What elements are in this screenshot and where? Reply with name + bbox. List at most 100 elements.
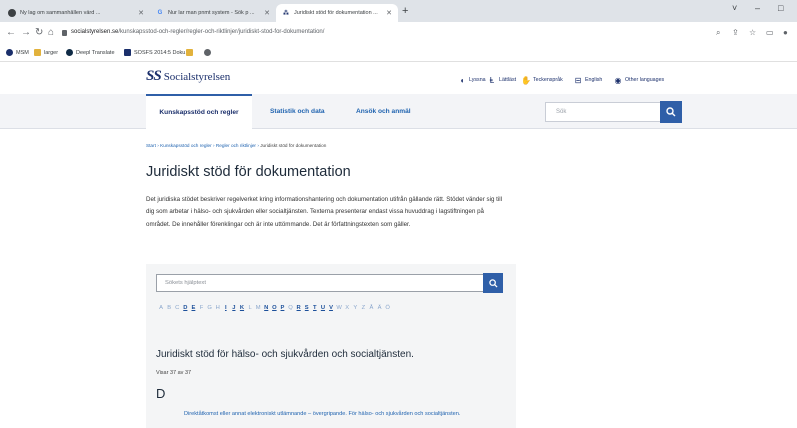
bookmark-icon <box>34 49 41 56</box>
side-panel-icon[interactable]: ▭ <box>766 28 774 37</box>
bookmark-msm[interactable]: MSM <box>6 49 29 56</box>
alphabet-letter[interactable]: S <box>303 305 311 311</box>
bookmark-chrome[interactable] <box>204 49 214 56</box>
search-icon <box>666 107 676 117</box>
utility-sign-language[interactable]: ✋ Teckenspråk <box>521 75 563 85</box>
alphabet-letter[interactable]: D <box>181 305 189 311</box>
site-logo[interactable]: SS Socialstyrelsen <box>146 69 230 84</box>
alphabet-letter: M <box>255 305 261 311</box>
nav-ansok[interactable]: Ansök och anmäl <box>356 94 411 129</box>
bookmark-label: MSM <box>16 49 29 56</box>
alphabet-letter[interactable]: I <box>222 305 230 311</box>
alphabet-letter[interactable]: T <box>311 305 319 311</box>
close-tab-icon[interactable]: ✕ <box>264 9 270 17</box>
alphabet-letter: L <box>248 305 252 311</box>
socialstyrelsen-favicon-icon: ⁂ <box>282 10 290 17</box>
utility-listen[interactable]: ◖ Lyssna <box>458 75 486 85</box>
bookmark-icon <box>66 49 73 56</box>
bookmark-deepl[interactable]: Deepl Translate <box>66 49 115 56</box>
english-icon: ⊟ <box>574 75 582 85</box>
site-search-button[interactable] <box>660 101 682 123</box>
breadcrumb-link-start[interactable]: Start <box>146 143 156 148</box>
url-host: socialstyrelsen.se <box>71 29 119 35</box>
tab-title: Juridiskt stöd för dokumentation ... <box>294 10 378 16</box>
utility-other-languages[interactable]: ◉ Other languages <box>614 75 665 85</box>
utility-label: Teckenspråk <box>533 77 563 83</box>
bookmark-icon <box>124 49 131 56</box>
zoom-icon[interactable]: ⌕ <box>716 28 720 38</box>
nav-label: Kunskapsstöd och regler <box>159 109 239 116</box>
utility-label: Lättläst <box>499 77 517 83</box>
alphabet-letter[interactable]: R <box>295 305 303 311</box>
alphabet-letter[interactable]: U <box>319 305 327 311</box>
bookmark-star-icon[interactable]: ☆ <box>749 28 756 37</box>
profile-icon[interactable]: ● <box>783 28 788 37</box>
alphabet-letter[interactable]: P <box>278 305 286 311</box>
intro-paragraph: Det juridiska stödet beskriver regelverk… <box>146 196 502 228</box>
breadcrumb-current: Juridiskt stöd för dokumentation <box>260 143 327 148</box>
nav-statistik[interactable]: Statistik och data <box>270 94 325 129</box>
home-icon[interactable]: ⌂ <box>48 27 54 39</box>
bookmark-folder[interactable] <box>186 49 196 56</box>
breadcrumb-link-kunskapsstod[interactable]: Kunskapsstöd och regler <box>160 143 212 148</box>
page-title: Juridiskt stöd för dokumentation <box>146 164 351 180</box>
reload-icon[interactable]: ↻ <box>35 27 43 39</box>
alphabet-letter: W <box>336 305 342 311</box>
close-tab-icon[interactable]: ✕ <box>386 9 392 17</box>
site-header: SS Socialstyrelsen ◖ Lyssna Ⱡ Lättläst ✋… <box>0 62 797 94</box>
alphabet-letter: Q <box>288 305 293 311</box>
alphabet-filter: ABCDEFGHIJKLMNOPQRSTUVWXYZÅÄÖ <box>157 305 392 311</box>
alphabet-letter[interactable]: J <box>230 305 238 311</box>
result-count: Visar 37 av 37 <box>156 370 192 376</box>
globe-icon: ◉ <box>614 75 622 85</box>
alphabet-letter: A <box>159 305 163 311</box>
nav-kunskapsstod[interactable]: Kunskapsstöd och regler <box>146 94 252 129</box>
breadcrumb: Start › Kunskapsstöd och regler › Regler… <box>146 143 326 148</box>
alphabet-letter[interactable]: O <box>270 305 278 311</box>
maximize-button[interactable]: □ <box>778 3 783 13</box>
bookmark-larger[interactable]: larger <box>34 49 58 56</box>
alphabet-letter: G <box>207 305 212 311</box>
forward-arrow-icon[interactable]: → <box>21 27 31 39</box>
index-search-button[interactable] <box>483 273 503 293</box>
tab-search-icon[interactable]: ˅ <box>732 3 737 13</box>
bookmark-label: SOSFS 2014:5 Doku... <box>134 49 190 56</box>
close-tab-icon[interactable]: ✕ <box>138 9 144 17</box>
listen-icon: ◖ <box>459 75 465 85</box>
lock-icon[interactable] <box>62 30 67 36</box>
alphabet-letter[interactable]: N <box>262 305 270 311</box>
back-arrow-icon[interactable]: ← <box>6 27 16 39</box>
alphabet-letter: Z <box>361 305 366 311</box>
minimize-button[interactable]: – <box>755 3 760 13</box>
bookmark-sosfs[interactable]: SOSFS 2014:5 Doku... <box>124 49 190 56</box>
utility-english[interactable]: ⊟ English <box>574 75 603 85</box>
index-search-input[interactable]: Sökets hjälptext <box>156 274 484 292</box>
logo-mark-icon: SS <box>146 68 162 84</box>
alphabet-letter[interactable]: K <box>238 305 246 311</box>
logo-text: Socialstyrelsen <box>163 71 231 83</box>
breadcrumb-link-regler[interactable]: Regler och riktlinjer <box>216 143 256 148</box>
browser-tab-bar: Ny lag om sammanhållen värd ... ✕ G Nur … <box>0 0 797 22</box>
search-icon <box>488 278 498 288</box>
tab-1[interactable]: Ny lag om sammanhållen värd ... ✕ <box>2 4 150 22</box>
new-tab-button[interactable]: + <box>402 4 408 18</box>
list-item-link[interactable]: Direktåtkomst eller annat elektroniskt u… <box>184 410 484 419</box>
sign-language-icon: ✋ <box>521 75 531 85</box>
url-field[interactable]: socialstyrelsen.se/kunskapsstod-och-regl… <box>71 29 324 35</box>
site-search-input[interactable]: Sök <box>545 102 661 122</box>
section-title: Juridiskt stöd för hälso- och sjukvården… <box>156 349 414 360</box>
alphabet-letter: B <box>167 305 172 311</box>
alphabet-letter[interactable]: V <box>327 305 335 311</box>
tab-3-active[interactable]: ⁂ Juridiskt stöd för dokumentation ... ✕ <box>276 4 398 22</box>
share-icon[interactable]: ⇪ <box>732 28 739 37</box>
alphabet-letter[interactable]: E <box>189 305 197 311</box>
utility-easy-read[interactable]: Ⱡ Lättläst <box>488 76 517 85</box>
alphabet-letter: Å <box>369 305 374 311</box>
alphabet-letter: H <box>215 305 220 311</box>
tab-2[interactable]: G Nur lar man pnmt system - Sök p ... ✕ <box>150 4 276 22</box>
alphabet-letter: Y <box>353 305 358 311</box>
bookmark-label: larger <box>44 49 59 56</box>
nav-label: Statistik och data <box>270 108 325 115</box>
tab-title: Ny lag om sammanhållen värd ... <box>20 10 101 16</box>
utility-label: English <box>585 77 603 83</box>
